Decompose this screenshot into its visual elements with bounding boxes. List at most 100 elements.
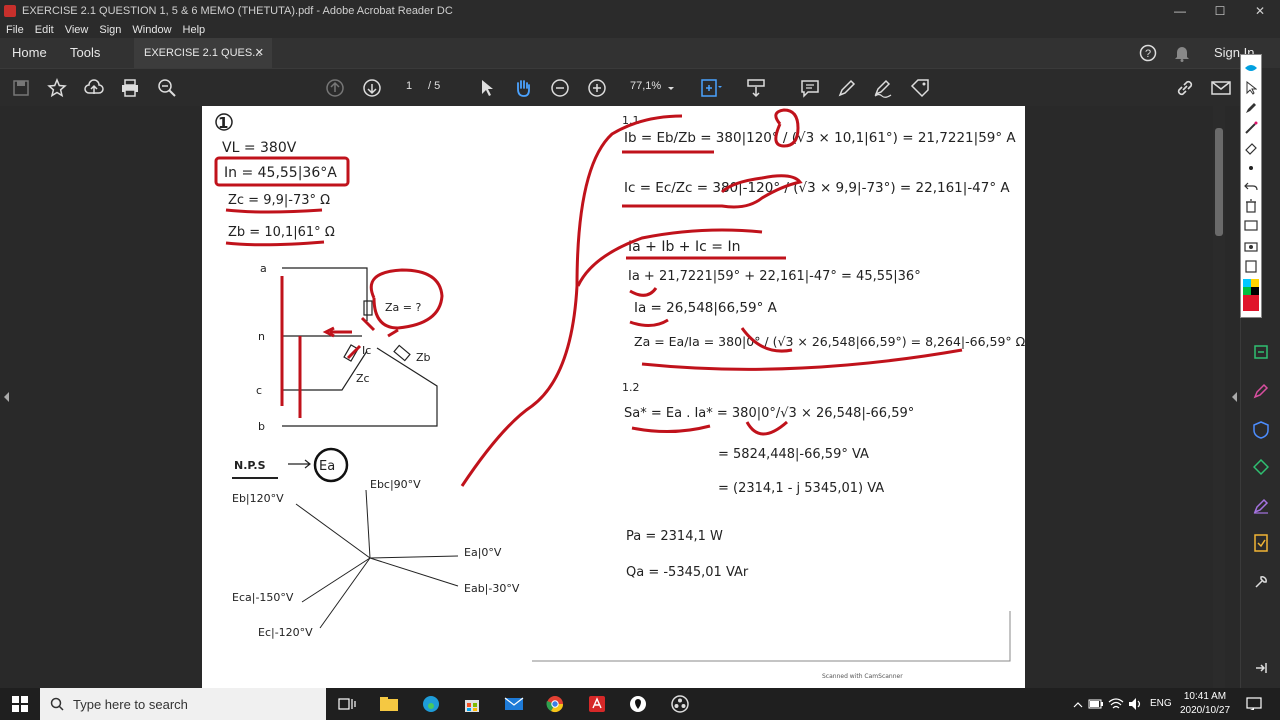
menu-sign[interactable]: Sign — [99, 24, 121, 36]
ec-phasor-label: Ec|-120°V — [258, 626, 313, 639]
ia-equation: Ia = 26,548|66,59° A — [634, 300, 778, 316]
zb-value: Zb = 10,1|61° Ω — [228, 225, 335, 240]
more-tools-icon[interactable] — [1251, 572, 1271, 592]
signature-icon[interactable] — [872, 77, 894, 99]
save-icon[interactable] — [10, 77, 32, 99]
tab-close-icon[interactable]: ✕ — [255, 46, 264, 59]
export-pdf-icon[interactable] — [1251, 342, 1271, 362]
zoom-level[interactable]: 77,1% — [630, 80, 661, 92]
send-review-icon[interactable] — [1251, 533, 1271, 553]
chrome-icon[interactable] — [543, 693, 567, 715]
right-panel-toggle-icon[interactable] — [1232, 392, 1237, 402]
fill-sign-icon[interactable] — [1251, 496, 1271, 516]
upload-cloud-icon[interactable] — [83, 77, 105, 99]
eraser-icon[interactable] — [1244, 141, 1258, 155]
collapse-panel-icon[interactable] — [1251, 658, 1271, 678]
star-icon[interactable] — [46, 77, 68, 99]
tab-document-label: EXERCISE 2.1 QUES... — [144, 47, 262, 59]
pen-icon[interactable] — [836, 77, 858, 99]
file-explorer-icon[interactable] — [377, 693, 401, 715]
windows-start-icon[interactable] — [8, 693, 32, 715]
pdf-page: 1 VL = 380V In = 45,55|36°A Zc = 9,9|-73… — [202, 106, 1025, 688]
notification-center-icon[interactable] — [1242, 693, 1266, 715]
tag-icon[interactable] — [909, 77, 931, 99]
comment-icon[interactable] — [799, 77, 821, 99]
menu-edit[interactable]: Edit — [35, 24, 54, 36]
hand-tool-icon[interactable] — [512, 77, 534, 99]
marker-icon[interactable] — [1244, 121, 1258, 135]
document-viewport[interactable]: 1 VL = 380V In = 45,55|36°A Zc = 9,9|-73… — [0, 106, 1240, 688]
help-icon[interactable]: ? — [1138, 43, 1158, 63]
maximize-button[interactable]: ☐ — [1200, 0, 1240, 22]
sa-rectangular: = (2314,1 - j 5345,01) VA — [718, 481, 884, 496]
scroll-mode-icon[interactable] — [745, 77, 767, 99]
undo-icon[interactable] — [1244, 179, 1258, 193]
language-indicator[interactable]: ENG — [1150, 698, 1172, 709]
edit-pdf-icon[interactable] — [1251, 381, 1271, 401]
mail-icon[interactable] — [502, 693, 526, 715]
taskbar-search-input[interactable]: Type here to search — [40, 688, 326, 720]
camera-icon[interactable] — [1244, 239, 1258, 253]
page-up-icon[interactable] — [324, 77, 346, 99]
task-view-icon[interactable] — [335, 693, 359, 715]
main-toolbar: 1 / 5 77,1% — [0, 68, 1280, 106]
color-palette[interactable] — [1243, 279, 1259, 313]
tab-tools[interactable]: Tools — [70, 45, 100, 60]
scrollbar-thumb[interactable] — [1215, 128, 1223, 236]
in-value: In = 45,55|36°A — [224, 165, 337, 181]
clock-time: 10:41 AM — [1183, 691, 1227, 702]
cursor-icon[interactable] — [1244, 81, 1258, 95]
page-down-icon[interactable] — [361, 77, 383, 99]
location-pin-app-icon[interactable] — [626, 693, 650, 715]
clock-date: 2020/10/27 — [1179, 705, 1231, 716]
sa-equation: Sa* = Ea . Ia* = 380|0°/√3 × 26,548|-66,… — [624, 406, 914, 421]
store-icon[interactable] — [460, 693, 484, 715]
za-label: Za = ? — [385, 301, 421, 314]
vertical-scrollbar[interactable] — [1213, 106, 1225, 688]
clipboard-icon[interactable] — [1244, 259, 1258, 273]
node-a: a — [260, 262, 267, 275]
protect-shield-icon[interactable] — [1251, 420, 1271, 440]
edge-browser-icon[interactable] — [419, 693, 443, 715]
combine-files-icon[interactable] — [1251, 457, 1271, 477]
eye-icon[interactable] — [1244, 61, 1258, 75]
taskbar-clock[interactable]: 10:41 AM 2020/10/27 — [1175, 690, 1235, 718]
eab-phasor-label: Eab|-30°V — [464, 582, 520, 595]
highlighter-icon[interactable] — [1244, 101, 1258, 115]
select-cursor-icon[interactable] — [476, 77, 498, 99]
menu-window[interactable]: Window — [132, 24, 171, 36]
trash-icon[interactable] — [1244, 199, 1258, 213]
minimize-button[interactable]: — — [1160, 0, 1200, 22]
svg-text:?: ? — [1145, 48, 1151, 60]
menu-file[interactable]: File — [6, 24, 24, 36]
acrobat-taskbar-icon[interactable] — [585, 693, 609, 715]
obs-recorder-icon[interactable] — [668, 693, 692, 715]
zoom-dropdown-chevron-icon[interactable] — [664, 77, 678, 99]
tab-bar: Home Tools EXERCISE 2.1 QUES... ✕ ? Sign… — [0, 38, 1280, 68]
tab-document[interactable]: EXERCISE 2.1 QUES... ✕ — [134, 38, 272, 68]
page-total: / 5 — [428, 80, 441, 92]
menu-help[interactable]: Help — [183, 24, 206, 36]
bell-icon[interactable] — [1172, 43, 1192, 63]
zb-label: Zb — [416, 351, 431, 364]
email-icon[interactable] — [1210, 77, 1232, 99]
zoom-in-icon[interactable] — [586, 77, 608, 99]
vl-value: VL = 380V — [222, 140, 297, 156]
pa-value: Pa = 2314,1 W — [626, 529, 723, 544]
fit-page-icon[interactable] — [700, 77, 722, 99]
screen-capture-icon[interactable] — [1244, 219, 1258, 233]
close-window-button[interactable]: ✕ — [1240, 0, 1280, 22]
acrobat-app-icon — [4, 5, 16, 17]
nps-label: N.P.S — [234, 459, 266, 472]
window-title: EXERCISE 2.1 QUESTION 1, 5 & 6 MEMO (THE… — [22, 5, 453, 17]
page-number-input[interactable]: 1 — [406, 80, 412, 92]
volume-icon[interactable] — [1124, 693, 1148, 715]
link-icon[interactable] — [1174, 77, 1196, 99]
tab-home[interactable]: Home — [12, 45, 47, 60]
zoom-search-icon[interactable] — [156, 77, 178, 99]
print-icon[interactable] — [119, 77, 141, 99]
left-panel-toggle-icon[interactable] — [4, 392, 9, 402]
sa-result: = 5824,448|-66,59° VA — [718, 447, 869, 462]
menu-view[interactable]: View — [65, 24, 89, 36]
zoom-out-icon[interactable] — [549, 77, 571, 99]
